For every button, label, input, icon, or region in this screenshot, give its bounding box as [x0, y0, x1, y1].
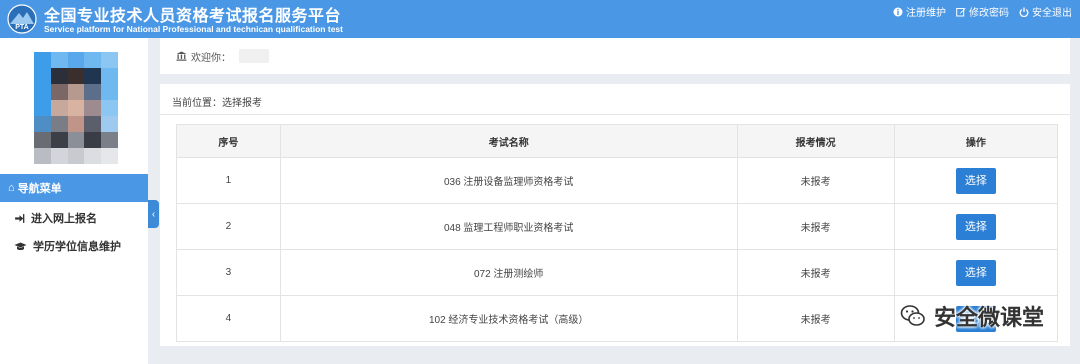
info-icon	[893, 7, 903, 16]
column-header-exam-name: 考试名称	[279, 124, 738, 158]
power-icon	[1019, 7, 1029, 17]
row-number: 2	[176, 203, 281, 250]
logout-label: 安全退出	[1032, 8, 1072, 19]
select-button[interactable]: 选择	[955, 259, 996, 286]
welcome-label: 欢迎你：	[191, 52, 231, 64]
nav-menu-header[interactable]: ⌂ 导航菜单	[0, 174, 148, 202]
table-row: 2 048 监理工程师职业资格考试 未报考 选择	[176, 203, 1059, 250]
exam-name: 048 监理工程师职业资格考试	[279, 203, 738, 250]
sidebar-item-label: 进入网上报名	[31, 213, 97, 225]
register-maintain-label: 注册维护	[906, 8, 946, 19]
bank-icon	[176, 51, 187, 61]
exam-name: 102 经济专业技术资格考试（高级）	[279, 295, 738, 342]
watermark-text: 安全微课堂	[933, 305, 1044, 330]
select-button[interactable]: 选择	[955, 167, 996, 194]
wechat-icon	[900, 305, 925, 326]
registration-status: 未报考	[736, 203, 895, 250]
action-cell: 选择	[893, 203, 1059, 250]
avatar	[34, 52, 118, 164]
change-password-label: 修改密码	[969, 8, 1009, 19]
register-maintain-link[interactable]: 注册维护	[893, 4, 946, 19]
registration-status: 未报考	[736, 295, 895, 342]
top-header: PTA 全国专业技术人员资格考试报名服务平台 Service platform …	[0, 0, 1080, 38]
change-password-link[interactable]: 修改密码	[956, 4, 1009, 19]
column-header-status: 报考情况	[736, 124, 895, 158]
row-number: 3	[176, 249, 281, 296]
sidebar-item-online-registration[interactable]: 进入网上报名	[0, 204, 148, 232]
logo-text: PTA	[15, 24, 28, 31]
table-header-row: 序号 考试名称 报考情况 操作	[176, 124, 1059, 158]
header-links: 注册维护 修改密码 安全退出	[893, 4, 1072, 19]
column-header-action: 操作	[893, 124, 1059, 158]
table-row: 1 036 注册设备监理师资格考试 未报考 选择	[176, 157, 1059, 204]
registration-status: 未报考	[736, 157, 895, 204]
exam-name: 036 注册设备监理师资格考试	[279, 157, 738, 204]
sidebar-collapse-toggle[interactable]: ‹	[148, 200, 159, 228]
table-row: 3 072 注册测绘师 未报考 选择	[176, 249, 1059, 296]
sidebar: ⌂ 导航菜单 进入网上报名 学历学位信息维护	[0, 38, 148, 364]
action-cell: 选择	[893, 249, 1059, 296]
select-button[interactable]: 选择	[955, 213, 996, 240]
registration-status: 未报考	[736, 249, 895, 296]
watermark: 安全微课堂	[900, 300, 1044, 332]
sidebar-item-education-info[interactable]: 学历学位信息维护	[0, 232, 148, 260]
platform-title: 全国专业技术人员资格考试报名服务平台	[44, 6, 342, 25]
pta-logo: PTA	[7, 4, 37, 34]
row-number: 1	[176, 157, 281, 204]
row-number: 4	[176, 295, 281, 342]
exam-name: 072 注册测绘师	[279, 249, 738, 296]
sidebar-item-label: 学历学位信息维护	[33, 241, 121, 253]
home-icon: ⌂	[8, 182, 15, 194]
welcome-username	[239, 49, 269, 63]
nav-menu-title: 导航菜单	[17, 183, 62, 195]
action-cell: 选择	[893, 157, 1059, 204]
chevron-left-icon: ‹	[151, 208, 156, 220]
graduation-cap-icon	[14, 242, 27, 250]
sign-in-icon	[15, 213, 25, 223]
breadcrumb: 当前位置：选择报考	[172, 98, 262, 109]
divider	[160, 114, 1070, 115]
logout-link[interactable]: 安全退出	[1019, 4, 1072, 19]
welcome-bar: 欢迎你：	[160, 38, 1070, 74]
edit-icon	[956, 7, 966, 16]
platform-subtitle: Service platform for National Profession…	[44, 24, 343, 34]
column-header-no: 序号	[176, 124, 281, 158]
